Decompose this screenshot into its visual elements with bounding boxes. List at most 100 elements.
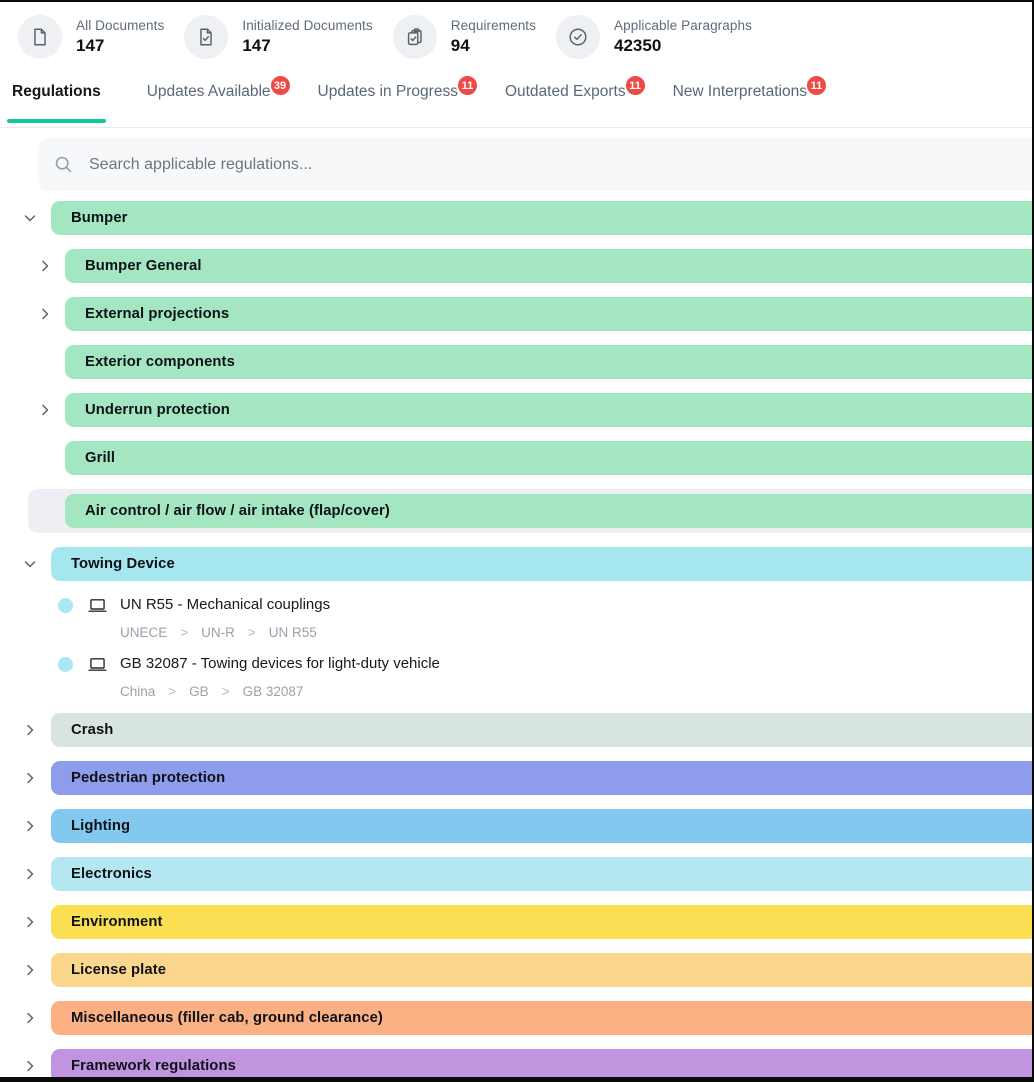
- stat-value: 94: [451, 36, 536, 56]
- chevron-right-icon[interactable]: [37, 306, 53, 322]
- chevron-right-icon[interactable]: [22, 962, 38, 978]
- regulations-app: All Documents 147 Initialized Documents …: [0, 0, 1034, 1082]
- tab-badge: 11: [624, 74, 647, 97]
- chevron-right-icon[interactable]: [22, 722, 38, 738]
- category-pill[interactable]: Bumper General: [65, 249, 1032, 283]
- tab-badge: 39: [269, 74, 292, 97]
- breadcrumb-item[interactable]: UN-R: [201, 624, 235, 642]
- category-label: Environment: [71, 914, 163, 930]
- category-label: Bumper General: [85, 258, 202, 274]
- tab-label: Updates in Progress: [318, 83, 458, 101]
- chevron-right-icon[interactable]: [22, 914, 38, 930]
- category-row[interactable]: Electronics: [0, 857, 1032, 891]
- category-pill[interactable]: Crash: [51, 713, 1032, 747]
- category-row[interactable]: Miscellaneous (filler cab, ground cleara…: [0, 1001, 1032, 1035]
- category-label: Air control / air flow / air intake (fla…: [85, 503, 390, 519]
- stat-applicable-paragraphs: Applicable Paragraphs 42350: [556, 15, 752, 59]
- document-row[interactable]: GB 32087 - Towing devices for light-duty…: [58, 654, 1032, 701]
- tab-label: Regulations: [12, 83, 101, 101]
- category-label: Underrun protection: [85, 402, 230, 418]
- category-row[interactable]: Grill: [0, 441, 1032, 475]
- category-label: Framework regulations: [71, 1058, 236, 1074]
- breadcrumb: UNECE>UN-R>UN R55: [120, 624, 1032, 642]
- category-pill[interactable]: Exterior components: [65, 345, 1032, 379]
- category-row[interactable]: Lighting: [0, 809, 1032, 843]
- stat-label: All Documents: [76, 18, 164, 33]
- category-pill[interactable]: Environment: [51, 905, 1032, 939]
- category-row[interactable]: Framework regulations: [0, 1049, 1032, 1082]
- category-row[interactable]: Crash: [0, 713, 1032, 747]
- category-label: External projections: [85, 306, 229, 322]
- breadcrumb-separator: >: [248, 624, 256, 642]
- category-pill[interactable]: Underrun protection: [65, 393, 1032, 427]
- category-row[interactable]: Bumper General: [0, 249, 1032, 283]
- category-row[interactable]: Air control / air flow / air intake (fla…: [28, 494, 1032, 528]
- category-label: Exterior components: [85, 354, 235, 370]
- category-row[interactable]: Exterior components: [0, 345, 1032, 379]
- tab-label: Updates Available: [147, 83, 271, 101]
- document-title[interactable]: GB 32087 - Towing devices for light-duty…: [120, 654, 1032, 674]
- category-row[interactable]: Underrun protection: [0, 393, 1032, 427]
- category-pill[interactable]: Lighting: [51, 809, 1032, 843]
- category-pill[interactable]: Miscellaneous (filler cab, ground cleara…: [51, 1001, 1032, 1035]
- tab-regulations[interactable]: Regulations: [12, 83, 101, 122]
- category-row[interactable]: License plate: [0, 953, 1032, 987]
- document-title[interactable]: UN R55 - Mechanical couplings: [120, 595, 1032, 615]
- tab-badge: 11: [456, 74, 479, 97]
- category-pill[interactable]: Towing Device: [51, 547, 1032, 581]
- category-label: Grill: [85, 450, 115, 466]
- stat-requirements: Requirements 94: [393, 15, 536, 59]
- category-pill[interactable]: Framework regulations: [51, 1049, 1032, 1082]
- chevron-right-icon[interactable]: [22, 1010, 38, 1026]
- category-pill[interactable]: Bumper: [51, 201, 1032, 235]
- breadcrumb-separator: >: [222, 683, 230, 701]
- tab-label: Outdated Exports: [505, 83, 626, 101]
- category-pill[interactable]: Electronics: [51, 857, 1032, 891]
- category-label: Towing Device: [71, 556, 175, 572]
- file-icon: [18, 15, 62, 59]
- tab-bar: Regulations Updates Available 39 Updates…: [0, 83, 1032, 128]
- category-row[interactable]: Towing Device: [0, 547, 1032, 581]
- category-pill[interactable]: External projections: [65, 297, 1032, 331]
- chevron-right-icon[interactable]: [37, 402, 53, 418]
- document-row[interactable]: UN R55 - Mechanical couplingsUNECE>UN-R>…: [58, 595, 1032, 642]
- chevron-down-icon[interactable]: [22, 210, 38, 226]
- tab-outdated-exports[interactable]: Outdated Exports 11: [505, 83, 649, 127]
- category-label: Electronics: [71, 866, 152, 882]
- breadcrumb-item[interactable]: GB 32087: [243, 683, 304, 701]
- category-pill[interactable]: Pedestrian protection: [51, 761, 1032, 795]
- chevron-right-icon[interactable]: [22, 818, 38, 834]
- chevron-right-icon[interactable]: [22, 1058, 38, 1074]
- check-circle-icon: [556, 15, 600, 59]
- tab-new-interpretations[interactable]: New Interpretations 11: [673, 83, 830, 127]
- tab-label: New Interpretations: [673, 83, 807, 101]
- category-row[interactable]: Pedestrian protection: [0, 761, 1032, 795]
- header-stats: All Documents 147 Initialized Documents …: [0, 2, 1032, 59]
- status-dot-icon: [58, 657, 73, 672]
- category-row[interactable]: External projections: [0, 297, 1032, 331]
- category-pill[interactable]: Grill: [65, 441, 1032, 475]
- chevron-down-icon[interactable]: [22, 556, 38, 572]
- breadcrumb-item[interactable]: UN R55: [269, 624, 317, 642]
- stat-label: Applicable Paragraphs: [614, 18, 752, 33]
- chevron-right-icon[interactable]: [22, 770, 38, 786]
- search-input[interactable]: [87, 155, 971, 175]
- chevron-right-icon[interactable]: [22, 866, 38, 882]
- selected-row-highlight[interactable]: Air control / air flow / air intake (fla…: [28, 489, 1032, 533]
- breadcrumb-item[interactable]: GB: [189, 683, 209, 701]
- category-pill[interactable]: Air control / air flow / air intake (fla…: [65, 494, 1032, 528]
- tab-updates-available[interactable]: Updates Available 39: [147, 83, 294, 127]
- breadcrumb-item[interactable]: UNECE: [120, 624, 167, 642]
- category-pill[interactable]: License plate: [51, 953, 1032, 987]
- search-icon: [53, 154, 74, 175]
- category-row[interactable]: Environment: [0, 905, 1032, 939]
- category-row[interactable]: Bumper: [0, 201, 1032, 235]
- search-bar[interactable]: [38, 138, 1032, 191]
- status-dot-icon: [58, 598, 73, 613]
- tab-badge: 11: [805, 74, 828, 97]
- chevron-right-icon[interactable]: [37, 258, 53, 274]
- breadcrumb-item[interactable]: China: [120, 683, 155, 701]
- category-label: Crash: [71, 722, 113, 738]
- category-label: Pedestrian protection: [71, 770, 225, 786]
- tab-updates-in-progress[interactable]: Updates in Progress 11: [318, 83, 481, 127]
